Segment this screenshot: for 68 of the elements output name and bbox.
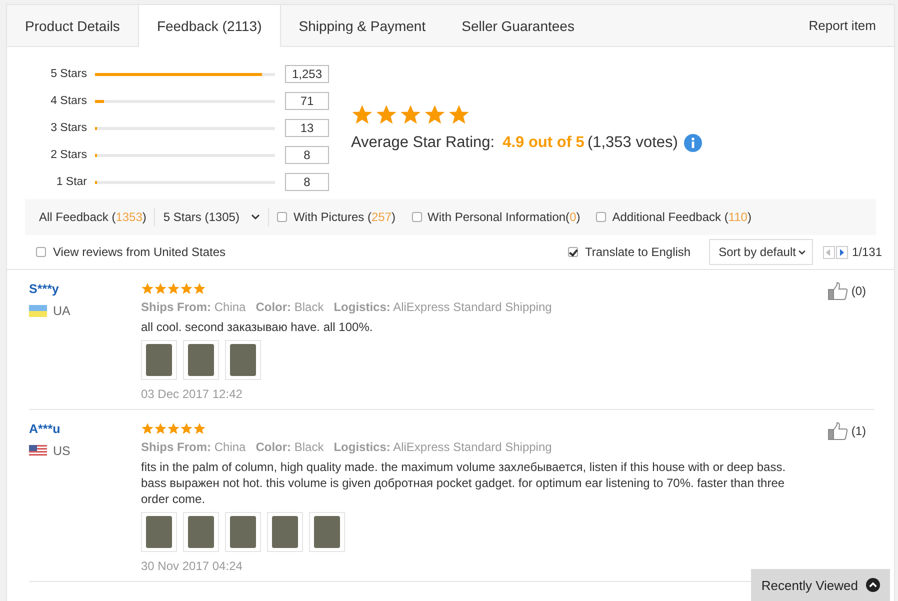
next-page-button[interactable]: [836, 246, 848, 258]
info-icon[interactable]: [684, 134, 702, 152]
filter-checkbox[interactable]: With Personal Information(0): [404, 210, 588, 224]
tab[interactable]: Feedback (2113): [138, 5, 281, 47]
photo-thumbnail[interactable]: [183, 512, 219, 552]
vote-count: (1,353 votes): [587, 134, 678, 152]
order-detail: Logistics: AliExpress Standard Shipping: [334, 300, 552, 314]
photo-thumbnail[interactable]: [267, 512, 303, 552]
thumbs-up-icon[interactable]: [828, 282, 848, 300]
reviewer-name[interactable]: S***y: [29, 282, 141, 296]
checkbox[interactable]: [412, 212, 422, 222]
all-feedback-filter[interactable]: All Feedback (1353): [31, 208, 156, 226]
star-filter-dropdown[interactable]: 5 Stars (1305): [155, 208, 270, 226]
tab[interactable]: Shipping & Payment: [280, 5, 444, 46]
checkbox[interactable]: [277, 212, 288, 222]
view-us-option[interactable]: View reviews from United States: [36, 245, 226, 259]
photo-thumbnail[interactable]: [225, 512, 261, 552]
page-indicator: 1/131: [852, 245, 882, 259]
order-detail: Logistics: AliExpress Standard Shipping: [334, 440, 552, 454]
chevron-up-icon: [866, 578, 880, 592]
star-level-label: 1 Star: [55, 176, 87, 188]
left-arrow-icon: [826, 248, 832, 256]
filter-checkbox[interactable]: With Pictures (257): [269, 210, 404, 224]
photo-thumbnail[interactable]: [141, 512, 177, 552]
right-arrow-icon: [839, 248, 844, 256]
review-date: 30 Nov 2017 04:24: [141, 559, 244, 573]
reviewer-name[interactable]: A***u: [29, 422, 141, 436]
rating-count: 13: [285, 119, 329, 137]
review-date: 03 Dec 2017 12:42: [141, 387, 244, 401]
average-rating-label: Average Star Rating:: [351, 134, 495, 152]
rating-count: 71: [285, 92, 329, 110]
star-level-label: 3 Stars: [50, 122, 87, 134]
order-detail: Color: Black: [256, 440, 324, 454]
thumbs-up-icon[interactable]: [828, 422, 848, 440]
review-text: fits in the palm of column, high quality made. the maximum volume захлебывается, listen if this house with or deep bass. bass выражен not hot. this volume is given добротная pocket gadget. for optimum ear listening to 70%. faster than three order come.: [141, 459, 787, 507]
photo-thumbnail[interactable]: [225, 340, 261, 380]
sort-dropdown[interactable]: Sort by default: [708, 239, 813, 265]
rating-count: 8: [285, 173, 329, 191]
flag-icon: [29, 305, 47, 317]
country-code: UA: [53, 304, 70, 318]
tab[interactable]: Product Details: [7, 5, 138, 46]
star-level-label: 4 Stars: [50, 95, 87, 107]
caret-icon: [251, 214, 260, 220]
recently-viewed-button[interactable]: Recently Viewed: [751, 569, 890, 601]
checkbox[interactable]: [36, 247, 46, 257]
review-text: all cool. second заказываю have. all 100%.: [141, 319, 374, 335]
filter-checkbox[interactable]: Additional Feedback (110): [588, 210, 760, 224]
star-level-label: 5 Stars: [50, 68, 87, 80]
like-count: (0): [851, 283, 866, 300]
checkbox[interactable]: [596, 212, 606, 222]
order-detail: Color: Black: [256, 300, 324, 314]
average-score: 4.9 out of 5: [502, 134, 584, 152]
rating-count: 8: [285, 146, 329, 164]
flag-icon: [29, 445, 47, 457]
like-count: (1): [851, 423, 866, 440]
star-level-label: 2 Stars: [50, 149, 87, 161]
order-detail: Ships From: China: [141, 300, 246, 314]
report-item-link[interactable]: Report item: [808, 18, 894, 33]
caret-icon: [798, 250, 806, 254]
checkbox[interactable]: [568, 247, 578, 257]
translate-option[interactable]: Translate to English: [568, 245, 691, 259]
photo-thumbnail[interactable]: [183, 340, 219, 380]
rating-count: 1,253: [285, 65, 329, 83]
order-detail: Ships From: China: [141, 440, 246, 454]
country-code: US: [53, 444, 70, 458]
photo-thumbnail[interactable]: [309, 512, 345, 552]
tab[interactable]: Seller Guarantees: [444, 5, 592, 46]
photo-thumbnail[interactable]: [141, 340, 177, 380]
